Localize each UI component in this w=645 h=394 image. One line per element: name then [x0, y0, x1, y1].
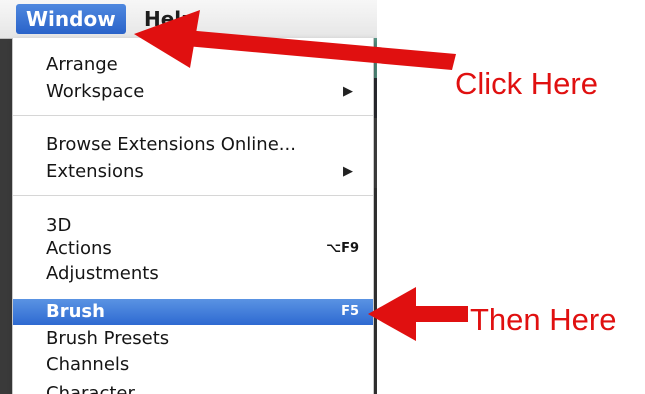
annotation-then-here: Then Here: [470, 302, 617, 337]
arrow-click-here: [134, 10, 456, 70]
annotation-click-here: Click Here: [455, 66, 598, 101]
arrow-then-here: [368, 287, 468, 341]
